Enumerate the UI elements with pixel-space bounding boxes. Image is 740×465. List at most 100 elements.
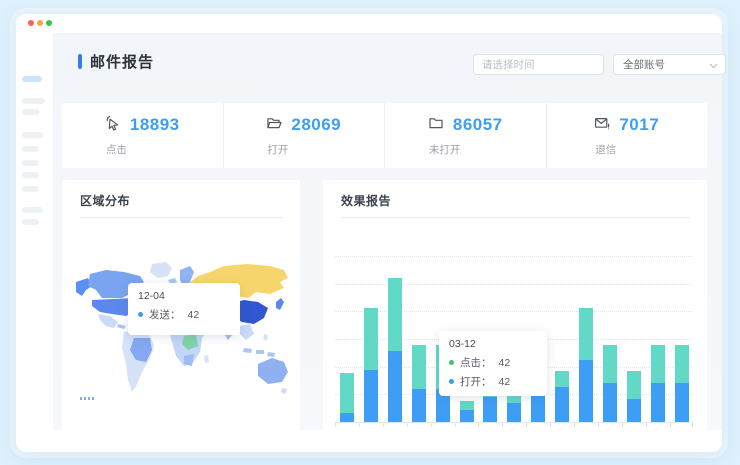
chart-x-axis [335,422,693,423]
axis-tick [407,423,408,427]
bar-11[interactable] [579,308,593,422]
map-region[interactable] [150,262,172,278]
bar-segment-click [412,345,426,389]
stat-bounced: 7017 退信 [546,103,708,168]
chart-tooltip-value-open: 42 [499,376,511,388]
map-region[interactable] [276,298,284,310]
map-region[interactable] [98,314,118,328]
map-tooltip-date: 12-04 [138,290,230,302]
map-region[interactable] [117,324,126,329]
axis-tick [383,423,384,427]
bar-6[interactable] [460,401,474,422]
bar-segment-open [340,413,354,422]
axis-tick [550,423,551,427]
axis-tick [431,423,432,427]
date-range-input[interactable] [474,59,617,71]
chart-tooltip-label-click: 点击： [460,355,492,370]
bar-1[interactable] [340,373,354,422]
series-dot-click [449,360,454,365]
date-range-picker[interactable] [473,54,604,75]
folder-closed-icon [428,115,444,136]
bar-segment-click [340,373,354,413]
bar-segment-click [627,371,641,399]
effect-panel-divider [341,217,690,218]
map-tooltip-value: 42 [188,309,200,321]
bar-segment-click [460,401,474,410]
sidebar-item-skeleton[interactable] [22,160,39,166]
axis-tick [455,423,456,427]
bar-segment-open [412,389,426,422]
bar-segment-click [579,308,593,360]
bar-segment-open [388,351,402,422]
bar-12[interactable] [603,345,617,422]
map-tooltip-label: 发送： [149,307,181,322]
account-select[interactable]: 全部账号 [613,54,726,75]
map-region[interactable] [184,354,194,366]
bar-segment-open [651,383,665,422]
map-tooltip: 12-04 发送： 42 [128,283,240,335]
stat-unopened-label: 未打开 [429,142,461,157]
sidebar-item-skeleton[interactable] [22,207,43,213]
axis-tick [526,423,527,427]
axis-tick [622,423,623,427]
sidebar-item-skeleton[interactable] [22,76,42,82]
bar-segment-click [675,345,689,383]
bar-segment-click [364,308,378,370]
sidebar-item-skeleton[interactable] [22,219,39,225]
stats-summary-card: 18893 点击 28069 [62,103,707,168]
sidebar-skeleton-nav [16,33,53,443]
sidebar-item-skeleton[interactable] [22,98,45,104]
map-region[interactable] [281,388,287,394]
title-accent-bar [78,54,82,69]
bar-4[interactable] [412,345,426,422]
bar-13[interactable] [627,371,641,422]
axis-tick [478,423,479,427]
map-scale-mark [80,397,96,400]
bar-segment-click [651,345,665,383]
sidebar-item-skeleton[interactable] [22,109,39,115]
bar-15[interactable] [675,345,689,422]
close-window-button[interactable] [28,20,34,26]
stat-opened-value: 28069 [291,115,341,135]
bar-segment-click [388,278,402,351]
bar-segment-open [507,403,521,422]
axis-tick [359,423,360,427]
window-controls [28,20,52,26]
bar-segment-open [364,370,378,422]
bar-segment-open [675,383,689,422]
axis-tick [670,423,671,427]
app-window: 邮件报告 全部账号 [16,14,722,452]
map-region[interactable] [204,355,209,363]
folder-open-icon [266,115,282,136]
region-panel-divider [80,217,283,218]
bar-segment-open [483,397,497,422]
chart-gridline [335,256,693,257]
chart-tooltip-date: 03-12 [449,338,537,350]
sidebar-item-skeleton[interactable] [22,132,43,138]
bar-2[interactable] [364,308,378,422]
axis-tick [598,423,599,427]
stat-clicks: 18893 点击 [62,103,223,168]
minimize-window-button[interactable] [37,20,43,26]
axis-tick [646,423,647,427]
bar-10[interactable] [555,371,569,422]
stat-unopened: 86057 未打开 [384,103,546,168]
bar-segment-click [603,345,617,383]
mail-bounce-icon [594,115,610,136]
stat-unopened-value: 86057 [453,115,503,135]
page-title: 邮件报告 [90,51,154,72]
map-region[interactable] [263,334,268,341]
sidebar-item-skeleton[interactable] [22,172,39,178]
sidebar-item-skeleton[interactable] [22,146,39,152]
zoom-window-button[interactable] [46,20,52,26]
map-region[interactable] [240,324,254,340]
map-region[interactable] [267,352,275,357]
sidebar-item-skeleton[interactable] [22,186,39,192]
map-region[interactable] [256,350,264,354]
axis-tick [574,423,575,427]
bar-3[interactable] [388,278,402,422]
map-region[interactable] [243,348,252,353]
map-region[interactable] [258,358,288,384]
bar-14[interactable] [651,345,665,422]
cursor-click-icon [105,115,121,136]
